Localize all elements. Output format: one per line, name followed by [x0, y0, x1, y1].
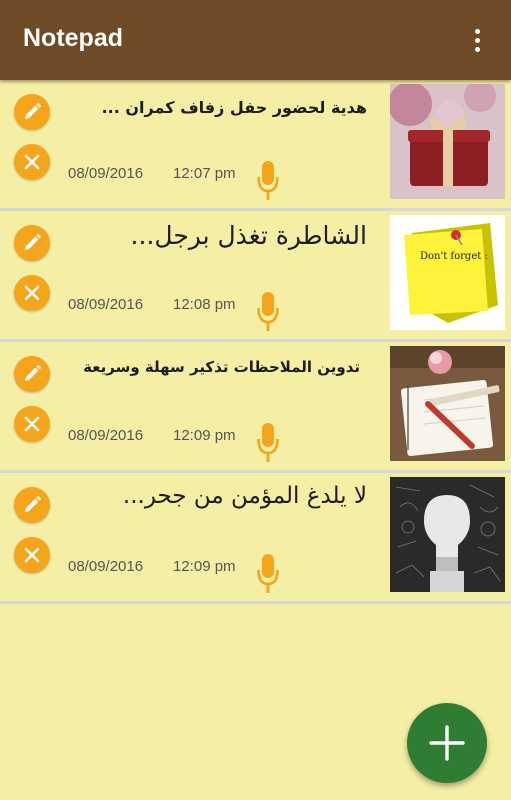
- notebook-pencil-image: [390, 346, 505, 461]
- app-bar: Notepad: [0, 0, 511, 80]
- app-title: Notepad: [23, 24, 123, 52]
- note-time: 12:09 pm: [173, 427, 236, 444]
- close-icon: [24, 154, 40, 170]
- add-note-button[interactable]: [407, 703, 487, 783]
- edit-button[interactable]: [14, 487, 50, 523]
- note-date: 08/09/2016: [68, 558, 144, 575]
- note-item[interactable]: الشاطرة تغذل برجل... 08/09/2016 12:08 pm…: [0, 211, 511, 339]
- note-item[interactable]: هدية لحضور حفل زفاف كمران ... 08/09/2016…: [0, 80, 511, 208]
- close-icon: [24, 547, 40, 563]
- divider: [0, 601, 511, 604]
- microphone-icon[interactable]: [257, 553, 279, 595]
- pencil-icon: [25, 365, 41, 381]
- note-time: 12:08 pm: [173, 296, 236, 313]
- sticky-note-text: Don't forget :: [420, 251, 488, 262]
- microphone-icon[interactable]: [257, 291, 279, 333]
- note-title: هدية لحضور حفل زفاف كمران ...: [101, 98, 367, 117]
- note-date: 08/09/2016: [68, 427, 144, 444]
- delete-button[interactable]: [14, 406, 50, 442]
- microphone-icon[interactable]: [257, 160, 279, 202]
- note-title: الشاطرة تغذل برجل...: [130, 221, 367, 250]
- gift-box-image: [390, 84, 505, 199]
- pencil-icon: [25, 103, 41, 119]
- note-title: لا يلدغ المؤمن من جحر...: [122, 483, 367, 509]
- pencil-icon: [25, 234, 41, 250]
- delete-button[interactable]: [14, 275, 50, 311]
- lightbulb-chalkboard-image: [390, 477, 505, 592]
- plus-icon: [429, 725, 465, 761]
- note-date: 08/09/2016: [68, 296, 144, 313]
- note-time: 12:07 pm: [173, 165, 236, 182]
- note-title: تدوين الملاحظات تذكير سهلة وسريعة: [83, 358, 360, 376]
- close-icon: [24, 416, 40, 432]
- note-item[interactable]: لا يلدغ المؤمن من جحر... 08/09/2016 12:0…: [0, 473, 511, 601]
- note-time: 12:09 pm: [173, 558, 236, 575]
- close-icon: [24, 285, 40, 301]
- note-date: 08/09/2016: [68, 165, 144, 182]
- microphone-icon[interactable]: [257, 422, 279, 464]
- delete-button[interactable]: [14, 144, 50, 180]
- edit-button[interactable]: [14, 94, 50, 130]
- note-item[interactable]: تدوين الملاحظات تذكير سهلة وسريعة 08/09/…: [0, 342, 511, 470]
- pencil-icon: [25, 496, 41, 512]
- sticky-note-dont-forget-image: Don't forget :: [390, 215, 505, 330]
- edit-button[interactable]: [14, 356, 50, 392]
- delete-button[interactable]: [14, 537, 50, 573]
- edit-button[interactable]: [14, 225, 50, 261]
- more-vert-icon[interactable]: [468, 26, 488, 54]
